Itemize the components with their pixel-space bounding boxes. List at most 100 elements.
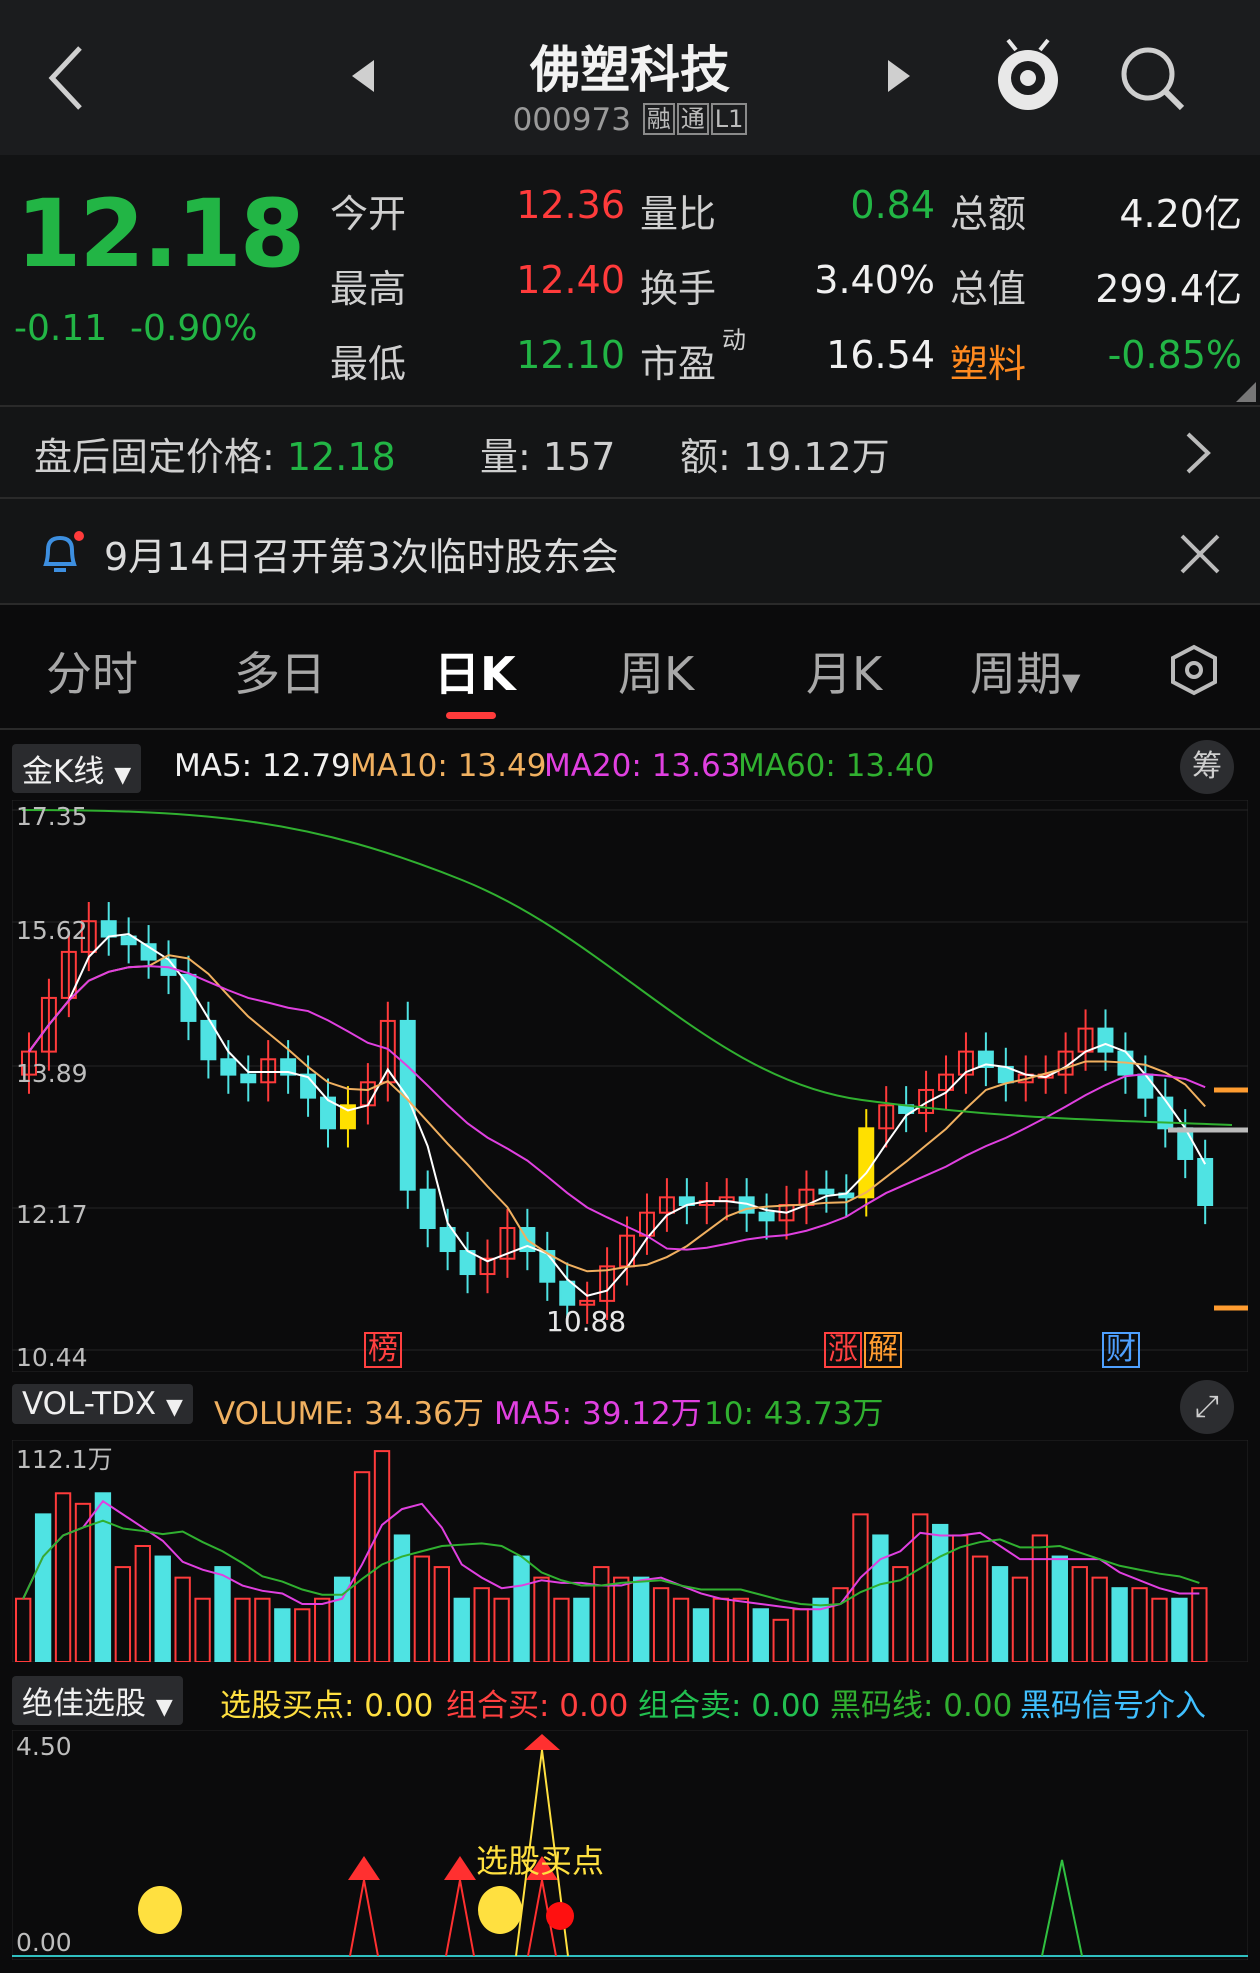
volume-bar: [633, 1576, 650, 1662]
candle-body: [559, 1280, 576, 1306]
volume-bar: [114, 1566, 132, 1662]
mark-unlock[interactable]: 解: [864, 1332, 902, 1368]
chevron-right-icon[interactable]: [1180, 428, 1216, 478]
signal-chart[interactable]: [12, 1730, 1248, 1960]
volume-bar: [852, 1513, 869, 1662]
candle-body: [1097, 1027, 1114, 1053]
volume-readout: VOLUME: 34.36万: [214, 1396, 484, 1432]
volume-bar: [1131, 1587, 1148, 1662]
volume-bar: [94, 1492, 112, 1662]
volume-ma5-readout: MA5: 39.12万: [494, 1396, 702, 1432]
money-bag-icon: [478, 1886, 522, 1934]
volume-bar: [951, 1534, 969, 1662]
ma5-line: [28, 932, 1207, 1297]
volume-bar: [1091, 1576, 1108, 1662]
quote-value: 12.36: [516, 183, 625, 227]
quote-label: 塑料: [950, 342, 1027, 386]
volume-bar: [194, 1597, 211, 1662]
candle-body: [180, 973, 197, 1022]
volume-bar: [54, 1492, 72, 1662]
signal-axis-top: 4.50: [16, 1732, 72, 1761]
volume-bar: [274, 1608, 291, 1662]
volume-bar: [1151, 1597, 1168, 1662]
volume-bar: [991, 1566, 1009, 1662]
quote-label: 今开: [330, 192, 407, 236]
after-hours-price: 12.18: [286, 435, 396, 479]
expand-icon[interactable]: ⤢: [1180, 1380, 1234, 1434]
volume-bar: [832, 1587, 849, 1662]
volume-indicator-dropdown[interactable]: VOL-TDX ▼: [12, 1384, 193, 1424]
tab-daily-k[interactable]: 日K: [434, 638, 516, 704]
volume-ma5-line: [22, 1499, 1200, 1611]
after-hours-label: 盘后固定价格:: [34, 435, 275, 479]
candle-body: [100, 920, 117, 938]
robot-assistant-icon[interactable]: [992, 36, 1064, 116]
kline-indicator-dropdown[interactable]: 金K线 ▼: [12, 744, 142, 793]
volume-axis-label: 112.1万: [16, 1445, 113, 1474]
tab-multiday[interactable]: 多日: [234, 638, 326, 704]
money-bag-icon: [138, 1886, 182, 1934]
kline-chart[interactable]: [12, 800, 1248, 1372]
tab-weekly-k[interactable]: 周K: [618, 638, 694, 704]
tab-intraday[interactable]: 分时: [46, 638, 138, 704]
signal-indicator-dropdown[interactable]: 绝佳选股 ▼: [12, 1676, 183, 1725]
volume-bar: [493, 1597, 510, 1662]
volume-bar: [792, 1608, 809, 1662]
price-change: -0.11 -0.90%: [14, 308, 258, 349]
tab-monthly-k[interactable]: 月K: [806, 638, 882, 704]
quote-label: 总值: [950, 267, 1027, 311]
volume-bar: [573, 1597, 590, 1662]
volume-bar: [732, 1597, 750, 1662]
chevron-down-icon: ▼: [155, 1695, 173, 1720]
stock-code: 000973: [512, 102, 631, 138]
black-code-hint: 黑码信号介入: [1020, 1688, 1206, 1724]
volume-bar: [1111, 1587, 1128, 1662]
search-icon[interactable]: [1118, 44, 1188, 114]
candle-body: [1157, 1096, 1174, 1130]
chevron-down-icon: ▼: [114, 763, 132, 788]
volume-bar: [154, 1555, 171, 1662]
ma10-line: [28, 954, 1206, 1273]
chip-distribution-button[interactable]: 筹: [1180, 740, 1234, 794]
volume-bar: [254, 1597, 271, 1662]
ma10-readout: MA10: 13.49: [350, 748, 547, 784]
mark-limit-up[interactable]: 涨: [824, 1332, 862, 1368]
tab-period[interactable]: 周期▼: [970, 638, 1080, 704]
candle-body: [858, 1127, 875, 1199]
volume-bar: [513, 1555, 530, 1662]
ma20-readout: MA20: 13.63: [544, 748, 741, 784]
quote-label: 最低: [330, 342, 407, 386]
active-tab-indicator: [446, 712, 496, 719]
quote-label: 市盈: [640, 342, 717, 386]
volume-bar: [613, 1576, 630, 1662]
volume-bar: [473, 1587, 490, 1662]
signal-annotation: 选股买点: [476, 1842, 605, 1880]
volume-bar: [1051, 1555, 1068, 1662]
settings-hexagon-icon[interactable]: [1168, 644, 1220, 696]
k-axis-label: 12.17: [16, 1200, 88, 1229]
close-icon[interactable]: [1178, 532, 1222, 576]
corner-expand-icon[interactable]: [1236, 382, 1256, 402]
volume-bar: [593, 1566, 610, 1662]
volume-ma10-readout: 10: 43.73万: [704, 1396, 884, 1432]
volume-bar: [34, 1513, 52, 1662]
quote-value: -0.85%: [1107, 333, 1242, 377]
volume-bar: [174, 1576, 191, 1662]
volume-bar: [1011, 1576, 1029, 1662]
volume-bar: [1031, 1534, 1049, 1662]
tag-level: L1: [710, 103, 748, 135]
after-hours-volume: 量: 157: [480, 435, 616, 479]
volume-bar: [1171, 1597, 1188, 1662]
volume-chart[interactable]: [12, 1440, 1248, 1662]
tag-margin: 融: [642, 103, 675, 135]
volume-bar: [314, 1597, 331, 1662]
tag-connect: 通: [676, 103, 709, 135]
volume-bar: [652, 1587, 670, 1662]
volume-bar: [453, 1597, 470, 1662]
volume-ma10-line: [22, 1519, 1200, 1607]
candle-body: [1137, 1073, 1154, 1099]
signal-arrow: [348, 1856, 380, 1880]
mark-ranking[interactable]: 榜: [364, 1332, 402, 1368]
mark-financial[interactable]: 财: [1102, 1332, 1140, 1368]
volume-bar: [971, 1555, 989, 1662]
